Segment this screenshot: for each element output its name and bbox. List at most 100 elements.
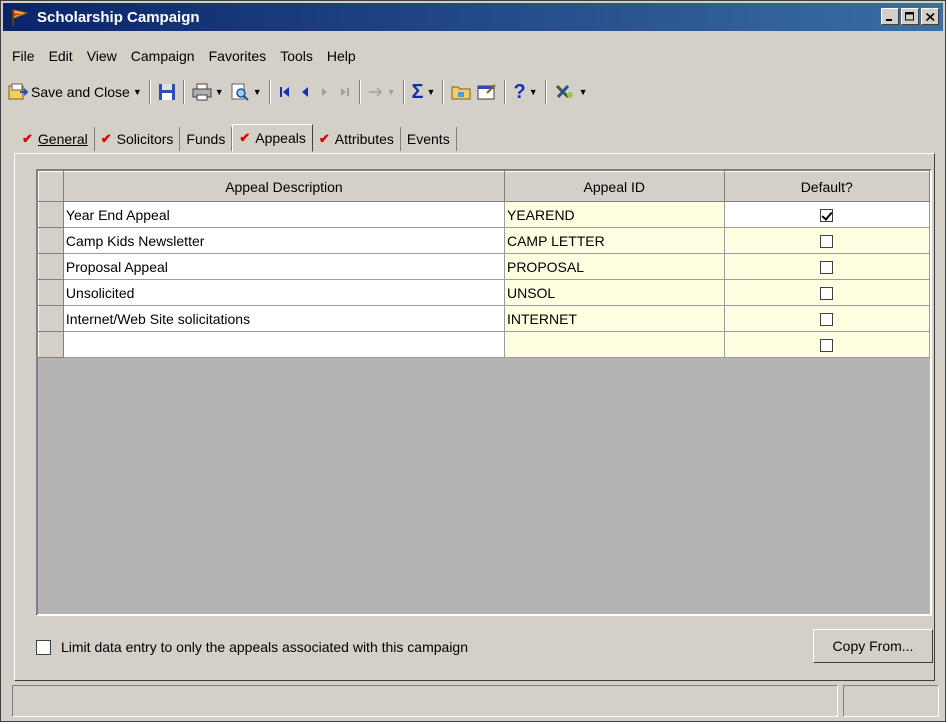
appeal-id-cell[interactable]: UNSOL: [503, 279, 725, 306]
tab-funds[interactable]: Funds: [180, 127, 233, 151]
menu-file[interactable]: File: [5, 48, 42, 64]
menu-edit[interactable]: Edit: [42, 48, 80, 64]
minimize-button[interactable]: [881, 8, 899, 25]
appeal-id-cell[interactable]: PROPOSAL: [503, 253, 725, 280]
toolbar-separator: [358, 80, 361, 104]
copy-from-button[interactable]: Copy From...: [813, 629, 933, 663]
appeal-description-cell[interactable]: Proposal Appeal: [62, 253, 505, 280]
table-row: Proposal Appeal PROPOSAL: [38, 253, 930, 280]
menu-favorites[interactable]: Favorites: [202, 48, 274, 64]
first-record-button[interactable]: [275, 79, 295, 105]
appeal-id-cell[interactable]: [503, 331, 725, 358]
appeal-id-cell[interactable]: CAMP LETTER: [503, 227, 725, 254]
appeal-description-cell[interactable]: Unsolicited: [62, 279, 505, 306]
appeal-description-cell[interactable]: Camp Kids Newsletter: [62, 227, 505, 254]
default-cell[interactable]: [723, 279, 930, 306]
save-close-icon: [8, 83, 28, 101]
tab-label: Funds: [186, 131, 226, 147]
close-button[interactable]: [921, 8, 939, 25]
tab-general[interactable]: ✔ General: [16, 127, 95, 151]
tab-label: General: [37, 131, 88, 147]
menu-help[interactable]: Help: [320, 48, 363, 64]
row-selector[interactable]: [38, 331, 64, 358]
row-selector[interactable]: [38, 279, 64, 306]
last-record-button[interactable]: [335, 79, 355, 105]
help-dropdown-arrow[interactable]: ▼: [529, 87, 538, 97]
menu-campaign[interactable]: Campaign: [124, 48, 202, 64]
red-check-icon: ✔: [318, 131, 330, 146]
row-selector[interactable]: [38, 305, 64, 332]
default-cell[interactable]: [723, 331, 930, 358]
title-bar[interactable]: Scholarship Campaign: [3, 3, 943, 31]
status-bar-pane-main: [12, 685, 838, 717]
tab-solicitors[interactable]: ✔ Solicitors: [95, 127, 181, 151]
menu-bar: File Edit View Campaign Favorites Tools …: [5, 45, 363, 67]
goto-button[interactable]: ▼: [365, 79, 399, 105]
goto-dropdown-arrow[interactable]: ▼: [387, 87, 396, 97]
grid-header-row: Appeal Description Appeal ID Default?: [38, 171, 930, 202]
default-checkbox[interactable]: [820, 287, 834, 301]
default-cell[interactable]: [723, 227, 930, 254]
customize-button[interactable]: ▼: [551, 79, 591, 105]
preview-button[interactable]: ▼: [227, 79, 265, 105]
column-header-appeal-id[interactable]: Appeal ID: [503, 171, 725, 202]
row-selector[interactable]: [38, 227, 64, 254]
red-check-icon: ✔: [100, 131, 112, 146]
default-checkbox[interactable]: [820, 261, 834, 275]
row-selector[interactable]: [38, 201, 64, 228]
row-selector[interactable]: [38, 253, 64, 280]
menu-tools[interactable]: Tools: [273, 48, 320, 64]
limit-appeals-option[interactable]: Limit data entry to only the appeals ass…: [36, 639, 468, 655]
menu-view[interactable]: View: [80, 48, 124, 64]
appeal-description-cell[interactable]: Internet/Web Site solicitations: [62, 305, 505, 332]
toolbar-separator: [268, 80, 271, 104]
maximize-button[interactable]: [901, 8, 919, 25]
default-checkbox[interactable]: [820, 209, 834, 223]
help-button[interactable]: ? ▼: [510, 79, 540, 105]
default-cell[interactable]: [723, 201, 930, 228]
tab-attributes[interactable]: ✔ Attributes: [313, 127, 401, 151]
first-record-icon: [278, 85, 292, 99]
save-button[interactable]: [155, 79, 179, 105]
appeal-id-cell[interactable]: INTERNET: [503, 305, 725, 332]
default-cell[interactable]: [723, 253, 930, 280]
default-checkbox[interactable]: [820, 313, 834, 327]
properties-button[interactable]: [474, 79, 500, 105]
red-check-icon: ✔: [22, 131, 33, 146]
appeal-description-cell[interactable]: Year End Appeal: [62, 201, 505, 228]
preview-dropdown-arrow[interactable]: ▼: [253, 87, 262, 97]
red-check-icon: ✔: [239, 130, 251, 145]
status-bar-pane-secondary: [843, 685, 939, 717]
default-cell[interactable]: [723, 305, 930, 332]
next-record-icon: [318, 85, 332, 99]
column-header-appeal-description[interactable]: Appeal Description: [62, 171, 505, 202]
summary-button[interactable]: Σ ▼: [409, 79, 439, 105]
toolbar: Save and Close ▼ ▼ ▼ ▼ Σ ▼ ? ▼ ▼: [5, 77, 591, 107]
limit-appeals-checkbox[interactable]: [36, 639, 51, 655]
customize-tools-icon: [554, 83, 576, 101]
limit-appeals-label: Limit data entry to only the appeals ass…: [61, 639, 469, 655]
tab-events[interactable]: Events: [401, 127, 457, 151]
folder-icon: [451, 84, 471, 100]
folder-button[interactable]: [448, 79, 474, 105]
save-and-close-button[interactable]: Save and Close ▼: [5, 79, 145, 105]
save-and-close-label: Save and Close: [31, 84, 130, 100]
print-button[interactable]: ▼: [189, 79, 227, 105]
last-record-icon: [338, 85, 352, 99]
default-checkbox[interactable]: [820, 235, 834, 249]
toolbar-separator: [442, 80, 445, 104]
default-checkbox[interactable]: [820, 339, 834, 353]
summary-dropdown-arrow[interactable]: ▼: [427, 87, 436, 97]
print-dropdown-arrow[interactable]: ▼: [215, 87, 224, 97]
toolbar-separator: [544, 80, 547, 104]
previous-record-button[interactable]: [295, 79, 315, 105]
customize-dropdown-arrow[interactable]: ▼: [579, 87, 588, 97]
tab-appeals[interactable]: ✔ Appeals: [232, 124, 313, 152]
appeal-description-cell[interactable]: [62, 331, 505, 358]
column-header-default[interactable]: Default?: [723, 171, 930, 202]
save-dropdown-arrow[interactable]: ▼: [133, 87, 142, 97]
campaign-flag-icon: [9, 7, 31, 27]
appeal-id-cell[interactable]: YEAREND: [503, 201, 725, 228]
table-row: Year End Appeal YEAREND: [38, 201, 930, 228]
next-record-button[interactable]: [315, 79, 335, 105]
